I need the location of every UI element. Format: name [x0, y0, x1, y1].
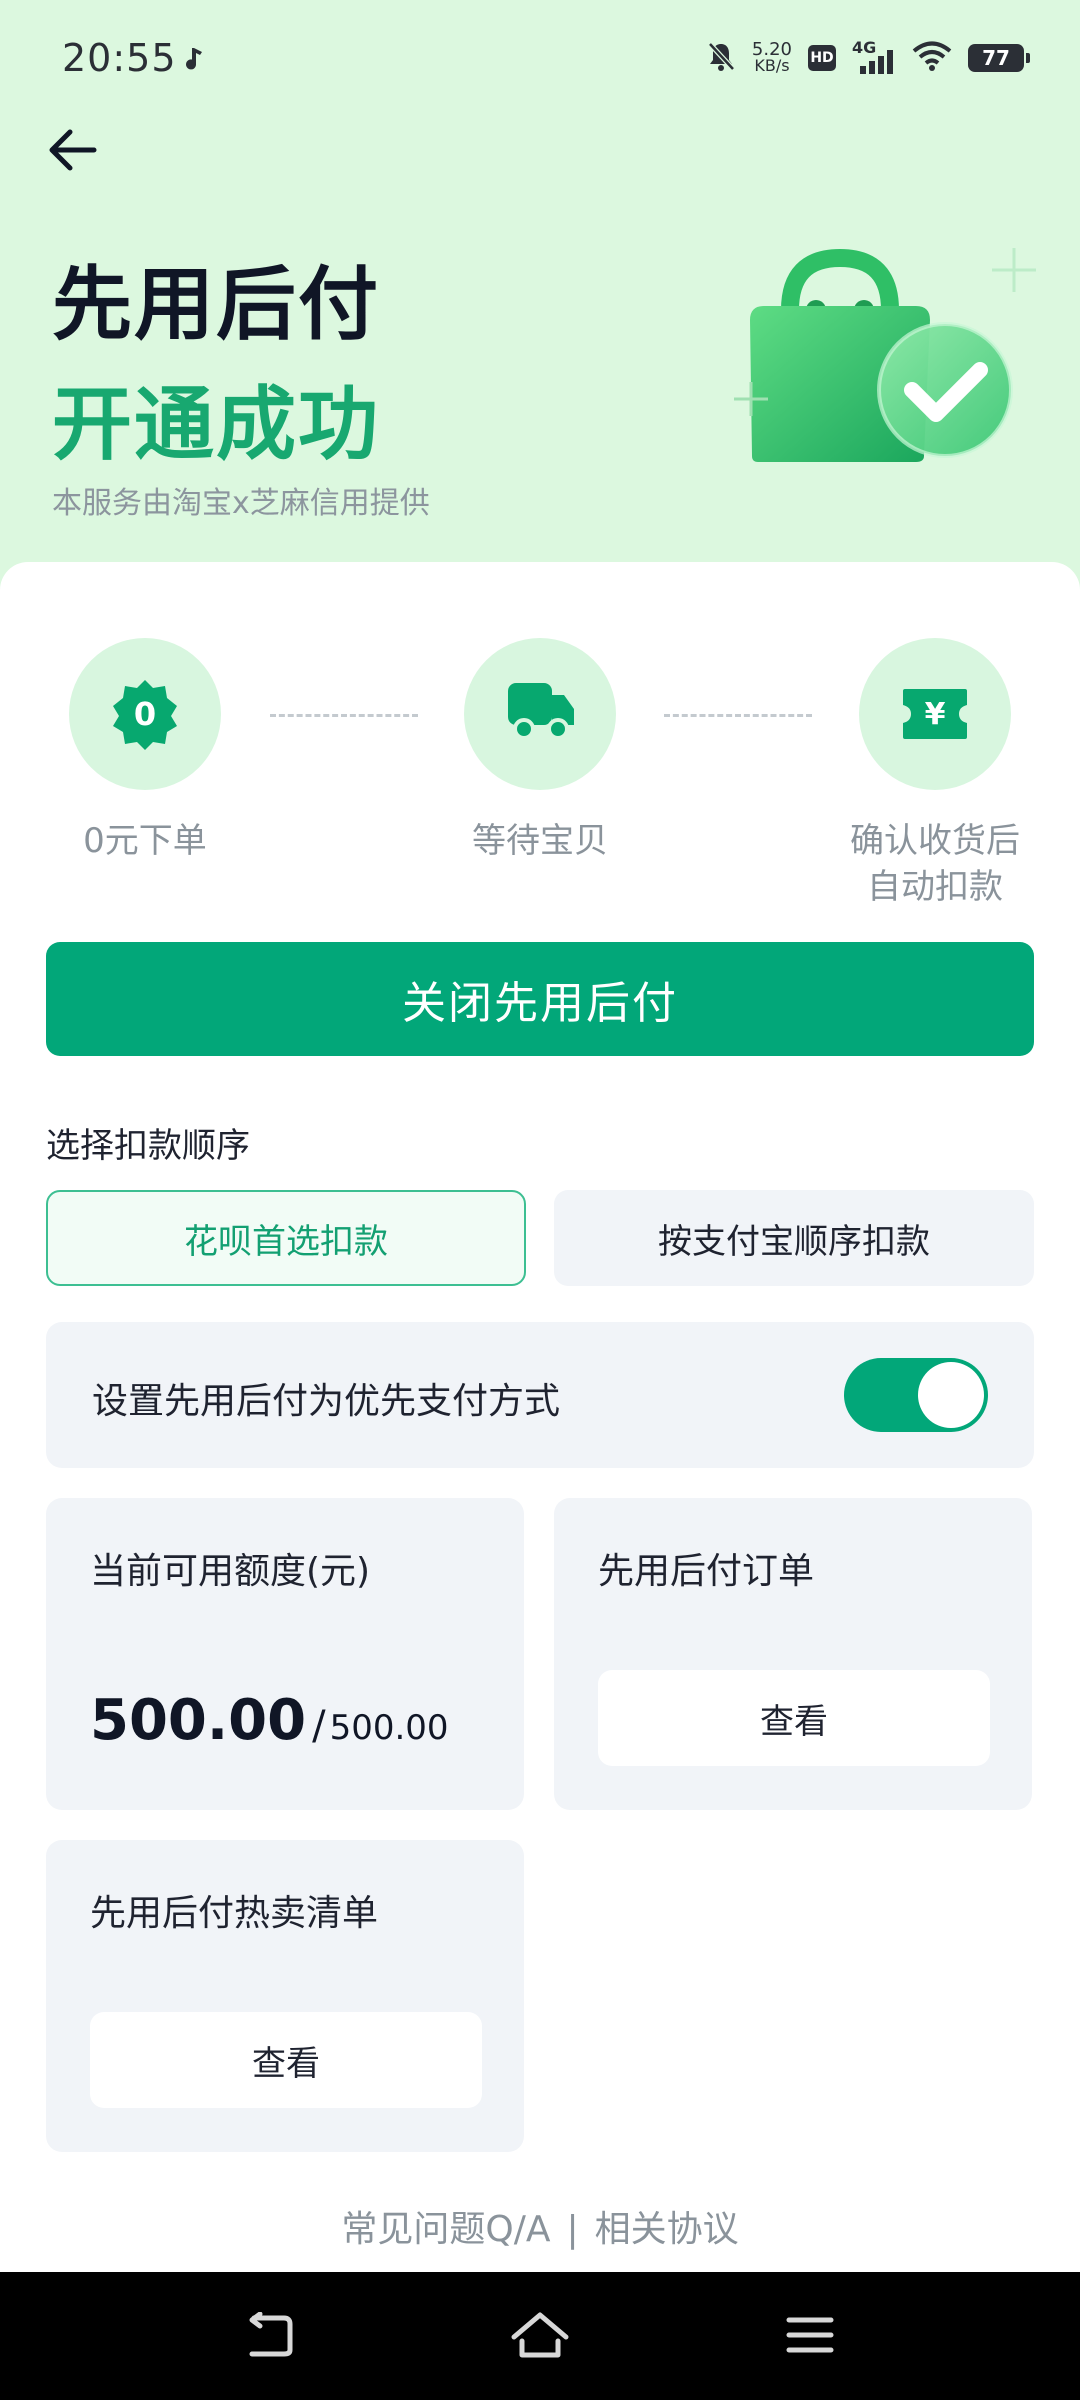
return-icon: [244, 2311, 296, 2362]
status-icons: 5.20 KB/s HD 4G 77: [706, 36, 1030, 80]
footer-divider: |: [566, 2209, 579, 2250]
zero-badge-text: 0: [133, 695, 157, 733]
zero-badge-icon: 0: [107, 676, 183, 752]
close-pay-later-button[interactable]: 关闭先用后付: [46, 942, 1034, 1056]
preferred-payment-toggle[interactable]: [844, 1358, 988, 1432]
step-confirm-label: 确认收货后 自动扣款: [835, 818, 1035, 910]
credit-amount: 500.00 / 500.00: [90, 1688, 449, 1753]
cellular-signal-icon: 4G: [852, 38, 896, 76]
step-confirm: ¥ 确认收货后 自动扣款: [835, 638, 1035, 910]
view-orders-button[interactable]: 查看: [598, 1670, 990, 1766]
faq-link[interactable]: 常见问题Q/A: [341, 2209, 550, 2250]
home-icon: [510, 2311, 570, 2363]
credit-limit-title: 当前可用额度(元): [90, 1551, 371, 1592]
preferred-payment-label: 设置先用后付为优先支付方式: [92, 1381, 561, 1422]
deduction-order-title: 选择扣款顺序: [46, 1126, 250, 1166]
step-connector: [664, 714, 812, 717]
battery-indicator: 77: [968, 44, 1030, 72]
orders-tile: 先用后付订单 查看: [554, 1498, 1032, 1810]
hot-list-title: 先用后付热卖清单: [90, 1893, 379, 1934]
step-confirm-label-line1: 确认收货后: [850, 821, 1020, 861]
mute-bell-icon: [706, 40, 736, 76]
agreement-link[interactable]: 相关协议: [595, 2209, 739, 2250]
step-order: 0 0元下单: [45, 638, 245, 864]
sparkle-icon: [734, 382, 768, 420]
step-wait-label: 等待宝贝: [472, 821, 608, 861]
view-hot-list-button[interactable]: 查看: [90, 2012, 482, 2108]
step-confirm-circle: ¥: [859, 638, 1011, 790]
system-navigation-bar: [0, 2272, 1080, 2400]
credit-limit-tile: 当前可用额度(元) 500.00 / 500.00: [46, 1498, 524, 1810]
success-heading: 开通成功: [52, 378, 380, 471]
status-bar: 20:55 5.20 KB/s HD 4G 77: [0, 0, 1080, 120]
step-wait: 等待宝贝: [440, 638, 640, 864]
nav-home-button[interactable]: [500, 2302, 580, 2372]
step-order-label: 0元下单: [83, 821, 207, 861]
yuan-ticket-text: ¥: [924, 696, 946, 732]
orders-title: 先用后付订单: [598, 1551, 815, 1592]
back-arrow-icon: [46, 128, 98, 176]
speed-unit: KB/s: [754, 56, 790, 75]
footer-links: 常见问题Q/A | 相关协议: [0, 2200, 1080, 2252]
hd-badge: HD: [808, 45, 836, 71]
page-title: 先用后付: [52, 258, 380, 351]
delivery-truck-icon: [504, 679, 576, 749]
option-huabei-first[interactable]: 花呗首选扣款: [46, 1190, 526, 1286]
step-wait-circle: [464, 638, 616, 790]
toggle-knob: [918, 1362, 984, 1428]
sparkle-icon: [992, 248, 1036, 296]
nav-back-button[interactable]: [230, 2302, 310, 2372]
status-time: 20:55: [62, 36, 177, 80]
back-button[interactable]: [40, 120, 104, 184]
menu-icon: [785, 2314, 835, 2360]
music-note-icon: [182, 44, 208, 72]
hot-list-tile: 先用后付热卖清单 查看: [46, 1840, 524, 2152]
provider-note: 本服务由淘宝x芝麻信用提供: [52, 486, 430, 521]
total-amount: 500.00: [329, 1708, 449, 1748]
amount-separator: /: [312, 1703, 326, 1749]
preferred-payment-row: 设置先用后付为优先支付方式: [46, 1322, 1034, 1468]
wifi-icon: [912, 40, 952, 76]
nav-menu-button[interactable]: [770, 2302, 850, 2372]
step-connector: [270, 714, 418, 717]
available-amount: 500.00: [90, 1688, 307, 1753]
network-speed: 5.20 KB/s: [752, 41, 792, 75]
yuan-ticket-icon: ¥: [899, 683, 971, 745]
option-alipay-order[interactable]: 按支付宝顺序扣款: [554, 1190, 1034, 1286]
step-confirm-label-line2: 自动扣款: [867, 867, 1003, 907]
step-order-circle: 0: [69, 638, 221, 790]
